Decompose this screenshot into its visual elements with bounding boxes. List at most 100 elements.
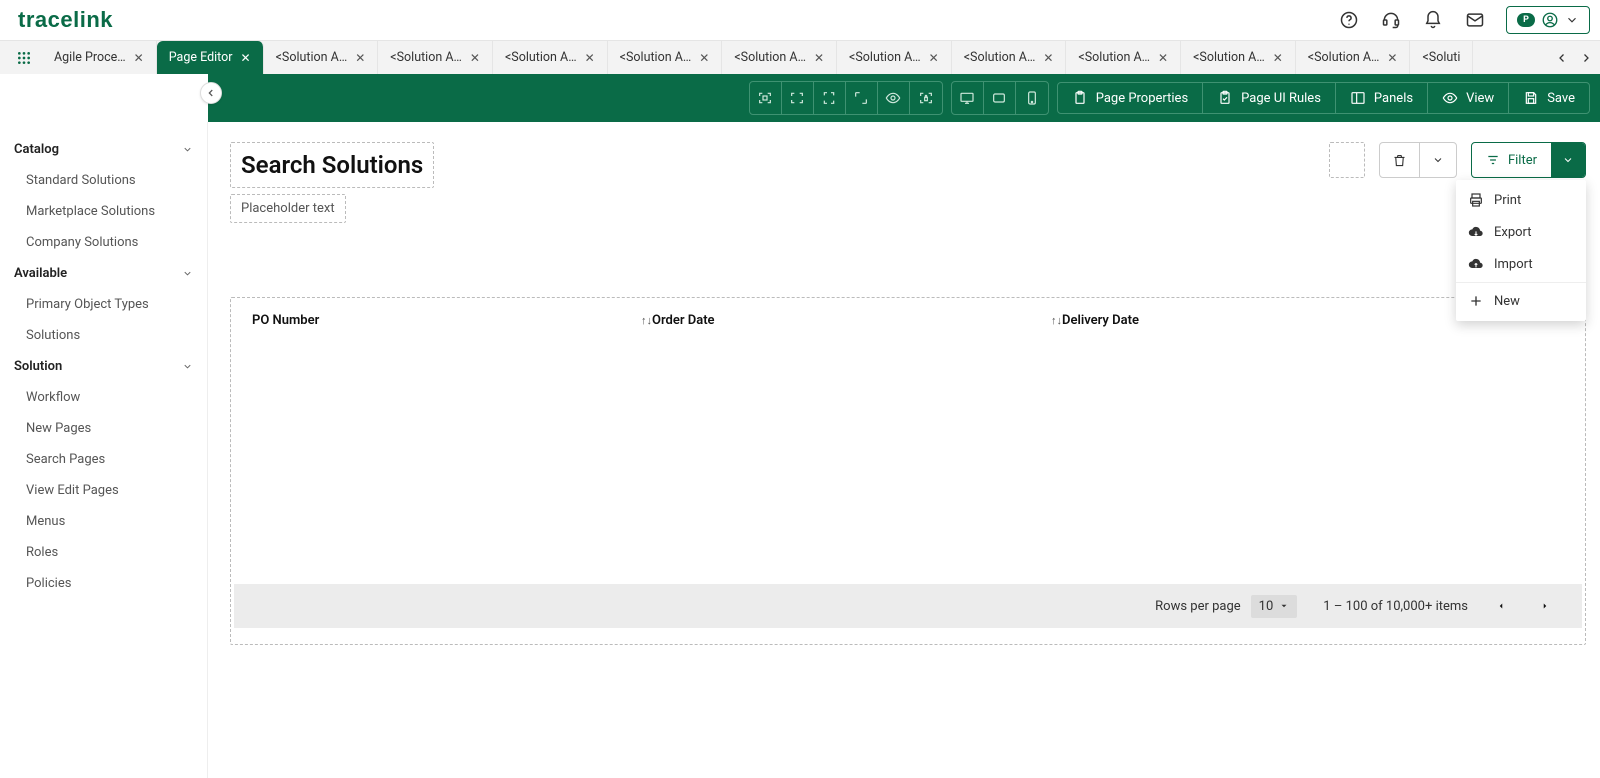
device-mobile-icon[interactable]: [1016, 82, 1048, 114]
tab-item[interactable]: <Solution A…✕: [493, 41, 608, 74]
page-subtitle-placeholder[interactable]: Placeholder text: [230, 194, 346, 223]
sidebar-item[interactable]: Primary Object Types: [0, 289, 207, 320]
tab-item[interactable]: <Solution A…✕: [1066, 41, 1181, 74]
device-desktop-icon[interactable]: [952, 82, 984, 114]
table-header-row: PO Number ↑↓ Order Date ↑↓ Delivery Date: [234, 301, 1582, 340]
dropdown-separator: [1456, 282, 1586, 283]
data-table: PO Number ↑↓ Order Date ↑↓ Delivery Date…: [234, 301, 1582, 641]
sidebar-item[interactable]: Marketplace Solutions: [0, 196, 207, 227]
tab-label: <Solution A…: [276, 50, 348, 65]
sidebar-item[interactable]: Solutions: [0, 320, 207, 351]
column-header-order-date[interactable]: Order Date ↑↓: [652, 313, 1062, 328]
tab-close-icon[interactable]: ✕: [1273, 51, 1283, 65]
tab-item[interactable]: <Solution A… ✕: [378, 41, 493, 74]
sidebar-group-header[interactable]: Available: [0, 258, 207, 289]
device-tablet-icon[interactable]: [984, 82, 1016, 114]
tab-item[interactable]: <Solution A…✕: [1181, 41, 1296, 74]
pager-next[interactable]: [1538, 599, 1552, 613]
tabs-scroll-left[interactable]: [1552, 48, 1572, 68]
tab-item[interactable]: Page Editor ✕: [157, 41, 264, 74]
tab-close-icon[interactable]: ✕: [241, 51, 251, 65]
sidebar-item[interactable]: Standard Solutions: [0, 165, 207, 196]
apps-grid-icon[interactable]: [6, 41, 42, 74]
view-button[interactable]: View: [1428, 83, 1509, 113]
tab-item[interactable]: <Solution A…✕: [722, 41, 837, 74]
dropdown-item-import[interactable]: Import: [1456, 248, 1586, 280]
tab-label: <Solution A…: [964, 50, 1036, 65]
tab-scrollers: [1548, 41, 1600, 74]
sidebar-item[interactable]: Roles: [0, 537, 207, 568]
filter-dropdown-toggle[interactable]: [1551, 143, 1585, 177]
viewport-tool-1-icon[interactable]: [750, 82, 782, 114]
tab-close-icon[interactable]: ✕: [355, 51, 365, 65]
save-button[interactable]: Save: [1509, 83, 1589, 113]
table-placeholder[interactable]: PO Number ↑↓ Order Date ↑↓ Delivery Date…: [230, 297, 1586, 645]
env-badge-icon: P: [1517, 13, 1535, 27]
column-header-po-number[interactable]: PO Number ↑↓: [252, 313, 652, 328]
save-label: Save: [1547, 91, 1575, 106]
sidebar-item[interactable]: Company Solutions: [0, 227, 207, 258]
profile-menu[interactable]: P: [1506, 6, 1590, 34]
trash-dropdown[interactable]: [1419, 143, 1456, 177]
sidebar-item[interactable]: Search Pages: [0, 444, 207, 475]
sidebar-item[interactable]: Workflow: [0, 382, 207, 413]
pager-prev[interactable]: [1494, 599, 1508, 613]
pager-range-text: 1 – 100 of 10,000+ items: [1323, 599, 1468, 614]
sidebar-group-header[interactable]: Solution: [0, 351, 207, 382]
sidebar-item[interactable]: New Pages: [0, 413, 207, 444]
column-label: PO Number: [252, 313, 319, 328]
tab-close-icon[interactable]: ✕: [1043, 51, 1053, 65]
trash-button[interactable]: [1380, 143, 1419, 177]
tab-item[interactable]: <Solution A…✕: [608, 41, 723, 74]
tabs-scroll-right[interactable]: [1576, 48, 1596, 68]
tab-item[interactable]: <Solution A…✕: [1296, 41, 1411, 74]
viewport-tool-2-icon[interactable]: [782, 82, 814, 114]
panels-button[interactable]: Panels: [1336, 83, 1428, 113]
tab-item[interactable]: <Solution A… ✕: [264, 41, 379, 74]
dropdown-item-print[interactable]: Print: [1456, 184, 1586, 216]
viewport-tool-4-icon[interactable]: [846, 82, 878, 114]
notifications-icon[interactable]: [1422, 9, 1444, 31]
rows-per-page-select[interactable]: 10: [1251, 595, 1298, 618]
sidebar-item[interactable]: View Edit Pages: [0, 475, 207, 506]
page-ui-rules-button[interactable]: Page UI Rules: [1203, 83, 1336, 113]
page-properties-button[interactable]: Page Properties: [1058, 83, 1203, 113]
tab-close-icon[interactable]: ✕: [585, 51, 595, 65]
page-title-placeholder[interactable]: Search Solutions: [230, 142, 434, 188]
filter-label: Filter: [1508, 153, 1537, 168]
sidebar-item[interactable]: Policies: [0, 568, 207, 599]
tab-label: Page Editor: [169, 50, 233, 65]
support-icon[interactable]: [1380, 9, 1402, 31]
page-title: Search Solutions: [241, 151, 423, 179]
tab-item[interactable]: <Solution A…✕: [837, 41, 952, 74]
dropdown-item-export[interactable]: Export: [1456, 216, 1586, 248]
tab-close-icon[interactable]: ✕: [1387, 51, 1397, 65]
viewport-tool-3-icon[interactable]: [814, 82, 846, 114]
sidebar-item[interactable]: Menus: [0, 506, 207, 537]
chevron-down-icon: [182, 268, 193, 279]
dropdown-item-new[interactable]: New: [1456, 285, 1586, 317]
table-body-empty: [234, 340, 1582, 584]
tab-label: <Solution A…: [390, 50, 462, 65]
tab-label: <Soluti: [1422, 50, 1460, 65]
tab-item[interactable]: Agile Proce…✕: [42, 41, 157, 74]
tab-close-icon[interactable]: ✕: [1158, 51, 1168, 65]
preview-eye-icon[interactable]: [878, 82, 910, 114]
messages-icon[interactable]: [1464, 9, 1486, 31]
tab-close-icon[interactable]: ✕: [699, 51, 709, 65]
collapse-sidebar-icon[interactable]: [200, 82, 222, 104]
tab-item[interactable]: <Solution A… ✕: [952, 41, 1067, 74]
tab-close-icon[interactable]: ✕: [470, 51, 480, 65]
help-icon[interactable]: [1338, 9, 1360, 31]
tab-close-icon[interactable]: ✕: [814, 51, 824, 65]
sidebar: CatalogStandard SolutionsMarketplace Sol…: [0, 122, 208, 778]
page-subtitle: Placeholder text: [241, 201, 335, 216]
lock-viewport-icon[interactable]: [910, 82, 942, 114]
tab-close-icon[interactable]: ✕: [134, 51, 144, 65]
column-label: Order Date: [652, 313, 715, 328]
tab-item[interactable]: <Soluti: [1410, 41, 1473, 74]
sidebar-group-header[interactable]: Catalog: [0, 134, 207, 165]
tab-close-icon[interactable]: ✕: [929, 51, 939, 65]
filter-button[interactable]: Filter: [1472, 143, 1551, 177]
empty-slot-placeholder[interactable]: [1329, 142, 1365, 178]
